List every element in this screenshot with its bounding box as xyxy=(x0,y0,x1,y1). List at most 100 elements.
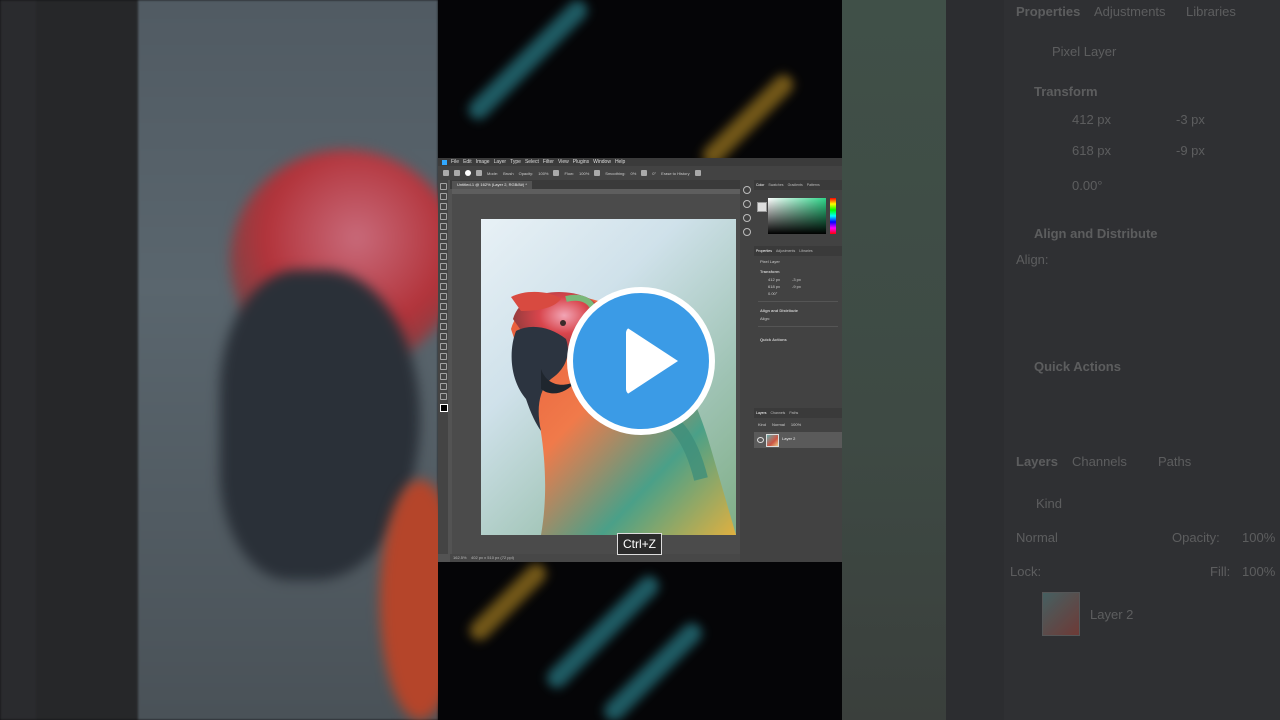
align-label: Align: xyxy=(760,316,771,321)
smoothing-value[interactable]: 0% xyxy=(631,171,637,176)
color-panel-tabs: Color Swatches Gradients Patterns xyxy=(754,180,842,190)
quick-select-tool-icon[interactable] xyxy=(439,213,447,220)
pressure-opacity-icon[interactable] xyxy=(553,170,560,176)
info-panel-icon[interactable] xyxy=(743,214,751,222)
marquee-tool-icon[interactable] xyxy=(439,193,447,200)
history-brush-tool-icon[interactable] xyxy=(439,283,447,290)
menu-file[interactable]: File xyxy=(451,159,459,165)
blurred-align-label: Align: xyxy=(1016,252,1049,267)
brush-tool-icon[interactable] xyxy=(439,263,447,270)
zoom-tool-icon[interactable] xyxy=(439,383,447,390)
blurred-canvas-gutter xyxy=(36,0,138,720)
blurred-h-value: 618 px xyxy=(1072,143,1112,158)
flow-value[interactable]: 100% xyxy=(579,171,589,176)
panel-icon-column xyxy=(740,180,754,562)
frame-tool-icon[interactable] xyxy=(439,233,447,240)
menu-window[interactable]: Window xyxy=(593,159,611,165)
play-icon xyxy=(626,327,678,395)
blend-mode-select[interactable]: Normal xyxy=(772,422,785,427)
menu-help[interactable]: Help xyxy=(615,159,625,165)
tab-gradients[interactable]: Gradients xyxy=(788,183,803,187)
shape-tool-icon[interactable] xyxy=(439,363,447,370)
tab-color[interactable]: Color xyxy=(756,183,764,187)
blurred-toolbar xyxy=(0,0,36,720)
kind-filter[interactable]: Kind xyxy=(758,422,766,427)
history-panel-icon[interactable] xyxy=(743,186,751,194)
blurred-w-value: 412 px xyxy=(1072,112,1112,127)
healing-tool-icon[interactable] xyxy=(439,253,447,260)
layer-opacity[interactable]: 100% xyxy=(791,422,801,427)
tab-swatches[interactable]: Swatches xyxy=(768,183,783,187)
menu-filter[interactable]: Filter xyxy=(543,159,554,165)
menu-view[interactable]: View xyxy=(558,159,569,165)
teal-streak-bottom-2 xyxy=(599,618,707,720)
pressure-size-icon[interactable] xyxy=(694,170,701,176)
transform-title[interactable]: Transform xyxy=(754,267,842,276)
blurred-right-zoom: Properties Adjustments Libraries Pixel L… xyxy=(842,0,1280,720)
blurred-libraries-tab: Libraries xyxy=(1186,4,1236,19)
color-picker-field[interactable] xyxy=(768,198,826,234)
stamp-tool-icon[interactable] xyxy=(439,273,447,280)
mode-select[interactable]: Brush xyxy=(503,171,513,176)
pen-tool-icon[interactable] xyxy=(439,333,447,340)
eyedropper-tool-icon[interactable] xyxy=(439,243,447,250)
move-tool-icon[interactable] xyxy=(439,183,447,190)
menu-layer[interactable]: Layer xyxy=(494,159,507,165)
document-tab[interactable]: Untitled-1 @ 162% (Layer 2, RGB/8#) * xyxy=(452,181,532,189)
gear-icon[interactable] xyxy=(641,170,648,176)
menu-image[interactable]: Image xyxy=(476,159,490,165)
path-select-tool-icon[interactable] xyxy=(439,353,447,360)
align-title[interactable]: Align and Distribute xyxy=(754,306,842,315)
blurred-paths-tab: Paths xyxy=(1158,454,1192,469)
type-tool-icon[interactable] xyxy=(439,343,447,350)
brush-settings-icon[interactable] xyxy=(476,170,482,176)
color-swatches-icon[interactable] xyxy=(440,404,448,412)
airbrush-icon[interactable] xyxy=(594,170,601,176)
document-info: 402 px x 510 px (72 ppi) xyxy=(471,555,514,560)
menu-plugins[interactable]: Plugins xyxy=(573,159,589,165)
layer-row[interactable]: Layer 2 xyxy=(754,432,842,448)
zoom-level[interactable]: 162.5% xyxy=(453,555,467,560)
lasso-tool-icon[interactable] xyxy=(439,203,447,210)
gradient-tool-icon[interactable] xyxy=(439,303,447,310)
orange-streak xyxy=(698,70,798,158)
blurred-adjustments-tab: Adjustments xyxy=(1094,4,1166,19)
height-field[interactable]: 618 px xyxy=(768,284,780,289)
tab-channels[interactable]: Channels xyxy=(771,411,786,415)
hand-tool-icon[interactable] xyxy=(439,373,447,380)
layer-name[interactable]: Layer 2 xyxy=(782,436,795,441)
y-field[interactable]: -9 px xyxy=(792,284,801,289)
crop-tool-icon[interactable] xyxy=(439,223,447,230)
brushes-panel-icon[interactable] xyxy=(743,200,751,208)
angle-value[interactable]: 0° xyxy=(652,171,656,176)
eye-icon[interactable] xyxy=(757,437,764,443)
blur-tool-icon[interactable] xyxy=(439,313,447,320)
foreground-color-swatch[interactable] xyxy=(757,202,767,212)
eraser-tool-icon[interactable] xyxy=(439,293,447,300)
dodge-tool-icon[interactable] xyxy=(439,323,447,330)
tab-adjustments[interactable]: Adjustments xyxy=(776,249,795,253)
more-tools-icon[interactable] xyxy=(439,393,447,400)
width-field[interactable]: 412 px xyxy=(768,277,780,282)
x-field[interactable]: -3 px xyxy=(792,277,801,282)
blurred-quick-actions: Quick Actions xyxy=(1034,359,1121,374)
play-button[interactable] xyxy=(567,287,715,435)
erase-to-history-checkbox[interactable]: Erase to History xyxy=(661,171,689,176)
opacity-value[interactable]: 100% xyxy=(538,171,548,176)
quick-actions-title[interactable]: Quick Actions xyxy=(754,331,842,348)
tab-libraries[interactable]: Libraries xyxy=(799,249,812,253)
hue-slider[interactable] xyxy=(830,198,836,234)
menu-select[interactable]: Select xyxy=(525,159,539,165)
home-icon[interactable] xyxy=(443,170,449,176)
angle-field[interactable]: 0.00° xyxy=(754,290,842,297)
menu-edit[interactable]: Edit xyxy=(463,159,472,165)
tab-patterns[interactable]: Patterns xyxy=(807,183,820,187)
opacity-label: Opacity: xyxy=(518,170,534,176)
tab-paths[interactable]: Paths xyxy=(789,411,798,415)
eraser-tool-icon[interactable] xyxy=(454,170,460,176)
tab-properties[interactable]: Properties xyxy=(756,249,772,253)
tab-layers[interactable]: Layers xyxy=(756,411,767,415)
character-panel-icon[interactable] xyxy=(743,228,751,236)
brush-preset-icon[interactable] xyxy=(465,170,471,176)
menu-type[interactable]: Type xyxy=(510,159,521,165)
